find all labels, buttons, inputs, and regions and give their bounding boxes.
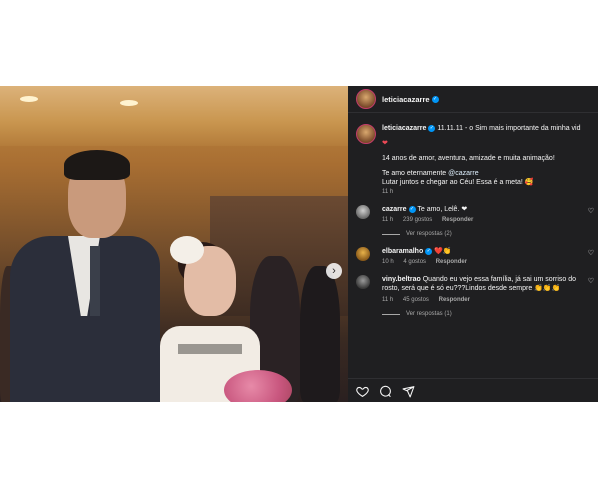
view-replies-label: Ver respostas (1) bbox=[406, 311, 452, 317]
view-replies-label: Ver respostas (2) bbox=[406, 231, 452, 237]
commenter-username[interactable]: cazarre bbox=[382, 206, 407, 213]
caption-username[interactable]: leticiacazarre bbox=[382, 125, 426, 132]
author-username[interactable]: leticiacazarre bbox=[382, 95, 430, 104]
comment-likes[interactable]: 45 gostos bbox=[403, 297, 429, 303]
verified-icon: ✓ bbox=[428, 124, 436, 132]
photo-guest bbox=[300, 266, 340, 402]
post-side-panel: leticiacazarre ✓ leticiacazarre ✓ 11.11.1… bbox=[348, 86, 598, 402]
caption-line-2: 14 anos de amor, aventura, amizade e mui… bbox=[382, 155, 555, 162]
next-photo-button[interactable]: › bbox=[326, 263, 342, 279]
post-actions-bar bbox=[348, 378, 598, 402]
post-header: leticiacazarre ✓ bbox=[348, 86, 598, 113]
photo-bride-belt bbox=[178, 344, 242, 354]
comment-likes[interactable]: 239 gostos bbox=[403, 217, 432, 223]
divider-line bbox=[382, 313, 400, 315]
chevron-right-icon: › bbox=[332, 265, 336, 277]
comment-time: 11 h bbox=[382, 297, 394, 303]
post-photo: › bbox=[0, 86, 348, 402]
comment-text: Te amo, Lelê. ❤ bbox=[417, 206, 468, 213]
photo-lamp bbox=[120, 100, 138, 106]
commenter-avatar[interactable] bbox=[356, 247, 370, 261]
verified-icon: ✓ bbox=[408, 205, 416, 213]
share-icon[interactable] bbox=[402, 385, 415, 398]
reply-button[interactable]: Responder bbox=[439, 297, 470, 303]
heart-icon[interactable]: ♡ bbox=[588, 277, 594, 285]
verified-icon: ✓ bbox=[431, 95, 439, 103]
post-caption: leticiacazarre ✓ 11.11.11 - o Sim mais im… bbox=[348, 124, 598, 195]
author-avatar[interactable] bbox=[356, 124, 376, 144]
comment-item: cazarre ✓ Te amo, Lelê. ❤ 11 h 239 gostos… bbox=[348, 205, 598, 237]
instagram-post: › leticiacazarre ✓ leticiacazarre ✓ 11.11… bbox=[0, 86, 598, 402]
caption-time: 11 h bbox=[382, 189, 394, 195]
photo-groom-hair bbox=[64, 150, 130, 180]
view-replies-button[interactable]: Ver respostas (1) bbox=[382, 311, 594, 317]
mention-link[interactable]: @cazarre bbox=[448, 170, 478, 177]
comment-time: 10 h bbox=[382, 259, 394, 265]
photo-fascinator bbox=[170, 236, 204, 264]
comment-icon[interactable] bbox=[379, 385, 392, 398]
view-replies-button[interactable]: Ver respostas (2) bbox=[382, 231, 594, 237]
photo-bouquet bbox=[224, 370, 292, 402]
commenter-username[interactable]: elbaramalho bbox=[382, 248, 423, 255]
photo-groom-tie bbox=[90, 246, 100, 316]
heart-icon[interactable]: ♡ bbox=[588, 207, 594, 215]
comment-text: ❤️👏 bbox=[434, 248, 452, 255]
comment-likes[interactable]: 4 gostos bbox=[403, 259, 426, 265]
divider-line bbox=[382, 233, 400, 235]
commenter-avatar[interactable] bbox=[356, 275, 370, 289]
comment-item: elbaramalho ✓ ❤️👏 10 h 4 gostos Responder… bbox=[348, 247, 598, 265]
page: { "post": { "author": "leticiacazarre", … bbox=[0, 0, 598, 487]
caption-line-4: Lutar juntos e chegar ao Céu! Essa é a m… bbox=[382, 179, 534, 186]
comment-text: Quando eu vejo essa família, já sai um s… bbox=[422, 276, 577, 283]
comment-text-continued: rosto, será que é só eu???Lindos desde s… bbox=[382, 285, 561, 292]
author-avatar[interactable] bbox=[356, 89, 376, 109]
photo-lamp bbox=[20, 96, 38, 102]
commenter-avatar[interactable] bbox=[356, 205, 370, 219]
comment-item: viny.beltrao Quando eu vejo essa família… bbox=[348, 275, 598, 317]
reply-button[interactable]: Responder bbox=[436, 259, 467, 265]
comments-list: leticiacazarre ✓ 11.11.11 - o Sim mais im… bbox=[348, 124, 598, 317]
verified-icon: ✓ bbox=[425, 247, 433, 255]
heart-icon[interactable] bbox=[356, 385, 369, 398]
heart-emoji-icon: ❤ bbox=[382, 140, 388, 147]
caption-line-1: 11.11.11 - o Sim mais importante da minh… bbox=[437, 125, 581, 132]
comment-time: 11 h bbox=[382, 217, 394, 223]
photo-ceiling bbox=[0, 86, 348, 146]
reply-button[interactable]: Responder bbox=[442, 217, 473, 223]
caption-line-3: Te amo eternamente bbox=[382, 170, 449, 177]
heart-icon[interactable]: ♡ bbox=[588, 249, 594, 257]
commenter-username[interactable]: viny.beltrao bbox=[382, 276, 421, 283]
